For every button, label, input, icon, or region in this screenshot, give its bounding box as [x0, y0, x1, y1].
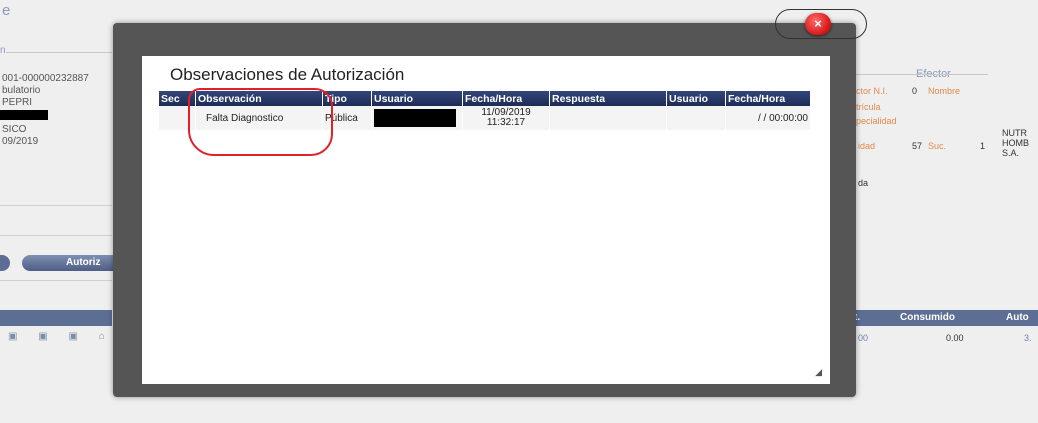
- col-respuesta[interactable]: Respuesta: [550, 91, 666, 106]
- row-tools: ▣ ▣ ▣ ⌂: [8, 331, 114, 342]
- left-line-2: PEPRI: [2, 97, 33, 108]
- lbl-matricula: trícula: [856, 102, 881, 112]
- col-fecha-hora[interactable]: Fecha/Hora: [463, 91, 549, 106]
- left-line-0: 001-000000232887: [2, 73, 89, 84]
- lbl-suc: Suc.: [928, 141, 947, 151]
- val-misc: da: [858, 178, 869, 188]
- cell-observacion: Falta Diagnostico: [196, 106, 322, 130]
- row-cell-2: 3.: [1024, 333, 1032, 343]
- cell-usuario-resp: [667, 106, 725, 130]
- col-fecha-hora-resp[interactable]: Fecha/Hora: [726, 91, 810, 106]
- bg-table-header-right: t. Consumido Auto: [828, 310, 1038, 326]
- left-line-4: 09/2019: [2, 136, 39, 147]
- cell-fecha-hora-resp: / / 00:00:00: [726, 106, 810, 130]
- hdr-autor: Auto: [1006, 312, 1029, 323]
- divider: [0, 235, 112, 236]
- row-cell-0: 00: [858, 333, 869, 343]
- hora-line: 11:32:17: [486, 117, 526, 128]
- list-icon[interactable]: ▣: [68, 331, 86, 342]
- left-line-3: SICO: [2, 124, 27, 135]
- col-tipo[interactable]: Tipo: [323, 91, 371, 106]
- divider: [0, 280, 112, 281]
- left-toggle-button[interactable]: [0, 255, 10, 271]
- right-panel: Efector ctor N.I. 0 Nombre trícula pecia…: [828, 0, 1038, 423]
- lbl-localidad: idad: [858, 141, 876, 151]
- cell-usuario: [372, 106, 462, 130]
- left-line-1: bulatorio: [2, 85, 41, 96]
- page-title: e: [2, 2, 11, 19]
- cell-fecha-hora: 11/09/2019 11:32:17: [463, 106, 549, 130]
- resize-grip-icon[interactable]: ◢: [815, 367, 822, 378]
- close-icon[interactable]: ×: [805, 13, 831, 35]
- doc-icon[interactable]: ▣: [8, 331, 26, 342]
- table-row[interactable]: Falta Diagnostico Pública 11/09/2019 11:…: [159, 106, 810, 130]
- val-localidad: 57: [912, 141, 923, 151]
- table-header-row: Sec Observación Tipo Usuario Fecha/Hora …: [159, 91, 810, 106]
- col-usuario-resp[interactable]: Usuario: [667, 91, 725, 106]
- bg-table-header-left: [0, 310, 112, 326]
- row-cell-1: 0.00: [946, 333, 964, 343]
- val-name-2: HOMB: [1002, 138, 1029, 148]
- lbl-nro: ctor N.I.: [856, 86, 888, 96]
- val-name-3: S.A.: [1002, 148, 1020, 158]
- col-sec[interactable]: Sec: [159, 91, 195, 106]
- cell-sec: [159, 106, 195, 130]
- add-icon[interactable]: ▣: [38, 331, 56, 342]
- left-fieldset-legend: n: [0, 45, 6, 56]
- cell-respuesta: [550, 106, 666, 130]
- col-observacion[interactable]: Observación: [196, 91, 322, 106]
- lbl-especialidad: pecialidad: [856, 116, 897, 126]
- redacted-bar: [0, 110, 48, 120]
- modal-dialog: Observaciones de Autorización Sec Observ…: [142, 56, 830, 384]
- divider: [0, 205, 112, 206]
- redacted-user: [374, 109, 456, 127]
- val-suc: 1: [980, 141, 986, 151]
- val-name-1: NUTR: [1002, 128, 1027, 138]
- observaciones-table: Sec Observación Tipo Usuario Fecha/Hora …: [158, 91, 811, 130]
- autoriz-button[interactable]: Autoriz: [22, 255, 122, 271]
- home-icon[interactable]: ⌂: [99, 331, 114, 342]
- hdr-consumido: Consumido: [900, 312, 955, 323]
- lbl-nombre: Nombre: [928, 86, 961, 96]
- modal-title: Observaciones de Autorización: [170, 65, 405, 84]
- col-usuario[interactable]: Usuario: [372, 91, 462, 106]
- val-nro: 0: [912, 86, 918, 96]
- cell-tipo: Pública: [323, 106, 371, 130]
